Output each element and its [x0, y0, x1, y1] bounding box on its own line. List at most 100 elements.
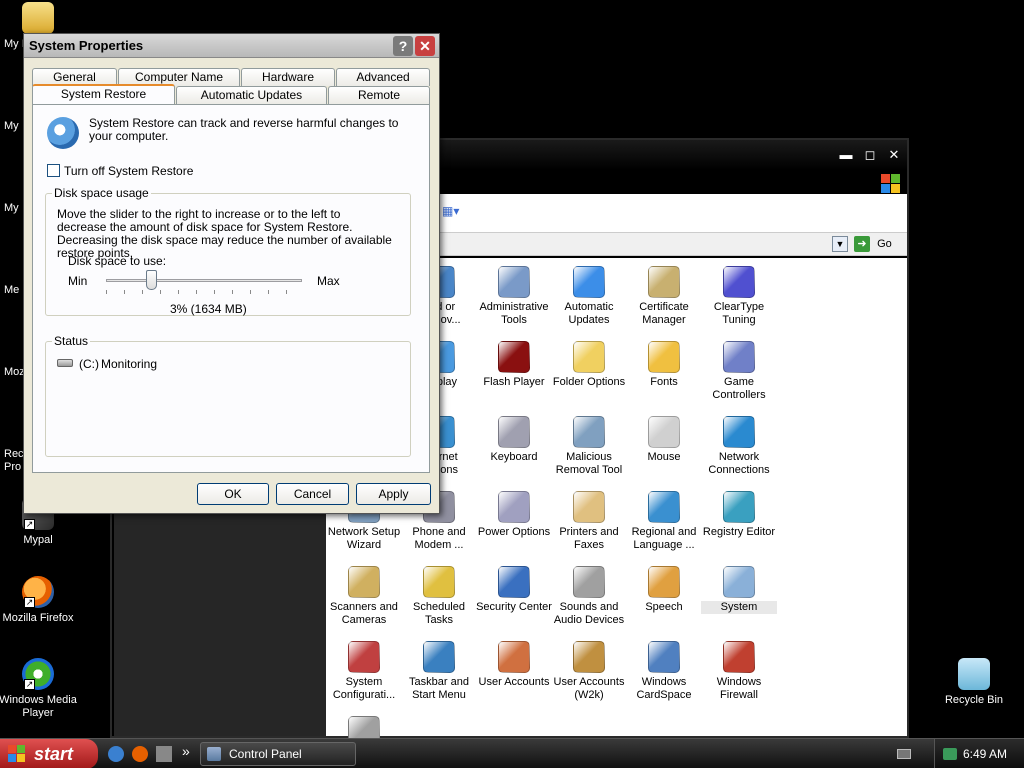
start-button[interactable]: start: [0, 739, 98, 768]
cp-item-label: System Configurati...: [332, 676, 396, 701]
desktop-icon-firefox[interactable]: ↗ Mozilla Firefox: [0, 576, 78, 625]
cp-item-scanners[interactable]: Scanners and Cameras: [326, 566, 402, 627]
keyboard-tray-icon[interactable]: [897, 749, 911, 759]
clock[interactable]: 6:49 AM: [963, 739, 1007, 768]
cp-item-label: Scanners and Cameras: [330, 601, 398, 626]
tab-system-restore[interactable]: System Restore: [32, 84, 175, 104]
system-properties-dialog: System Properties ? ✕ General Computer N…: [23, 33, 440, 514]
cp-item-fonts-folder[interactable]: Fonts: [626, 341, 702, 389]
minimize-button[interactable]: ▬: [836, 146, 856, 164]
network-connections-icon: [723, 416, 755, 448]
apply-button[interactable]: Apply: [356, 483, 431, 505]
ok-button[interactable]: OK: [197, 483, 269, 505]
network-tray-icon[interactable]: [943, 748, 957, 760]
cp-item-label: Automatic Updates: [564, 301, 614, 326]
status-text: Monitoring: [101, 357, 158, 371]
disk-space-label: Disk space to use:: [68, 254, 167, 268]
cp-item-regional[interactable]: Regional and Language ...: [626, 491, 702, 552]
cp-item-game-controller[interactable]: Game Controllers: [701, 341, 777, 402]
taskbar-button-control-panel[interactable]: Control Panel: [200, 742, 356, 766]
intro-text: System Restore can track and reverse har…: [89, 116, 399, 143]
tab-automatic-updates[interactable]: Automatic Updates: [176, 86, 327, 104]
status-drive: (C:): [79, 357, 99, 371]
cp-item-flash[interactable]: Flash Player: [476, 341, 552, 389]
cp-item-firewall[interactable]: Windows Firewall: [701, 641, 777, 702]
cp-item-admin-tools[interactable]: Administrative Tools: [476, 266, 552, 327]
flash-icon: [498, 341, 530, 373]
cp-item-mouse[interactable]: Mouse: [626, 416, 702, 464]
cp-item-registry[interactable]: Registry Editor: [701, 491, 777, 539]
desktop-icon-media-player[interactable]: ↗ Windows Media Player: [0, 658, 78, 720]
quicklaunch-media-icon[interactable]: [156, 746, 172, 762]
turn-off-label[interactable]: Turn off System Restore: [64, 164, 193, 178]
cp-item-scheduled-tasks[interactable]: Scheduled Tasks: [401, 566, 477, 627]
disk-description: Move the slider to the right to increase…: [57, 207, 392, 260]
tab-remote[interactable]: Remote: [328, 86, 430, 104]
start-label: start: [34, 744, 74, 764]
cancel-button[interactable]: Cancel: [276, 483, 349, 505]
cp-item-printers[interactable]: Printers and Faxes: [551, 491, 627, 552]
cp-item-user-accounts[interactable]: User Accounts: [476, 641, 552, 689]
admin-tools-icon: [498, 266, 530, 298]
cp-item-malicious-removal[interactable]: Malicious Removal Tool: [551, 416, 627, 477]
malicious-removal-icon: [573, 416, 605, 448]
cp-item-keyboard[interactable]: Keyboard: [476, 416, 552, 464]
cp-item-folder-options[interactable]: Folder Options: [551, 341, 627, 389]
cp-item-label: User Accounts: [478, 676, 550, 688]
desktop-icon-recycle-bin[interactable]: Recycle Bin: [934, 658, 1014, 707]
quicklaunch-overflow[interactable]: »: [182, 743, 190, 759]
quicklaunch-ie-icon[interactable]: [108, 746, 124, 762]
cp-item-label: ClearType Tuning: [713, 301, 765, 326]
tab-advanced[interactable]: Advanced: [336, 68, 430, 86]
cp-item-automatic-updates[interactable]: Automatic Updates: [551, 266, 627, 327]
cp-item-system[interactable]: System: [701, 566, 777, 614]
go-button[interactable]: ➜ Go: [854, 236, 904, 252]
firefox-icon: ↗: [22, 576, 54, 608]
slider-ticks: [106, 290, 302, 294]
cp-item-label: Scheduled Tasks: [413, 601, 465, 626]
cp-item-cardspace[interactable]: Windows CardSpace: [626, 641, 702, 702]
recycle-bin-icon: [958, 658, 990, 690]
tab-hardware[interactable]: Hardware: [241, 68, 335, 86]
cp-item-power-options[interactable]: Power Options: [476, 491, 552, 539]
dialog-close-button[interactable]: ✕: [415, 36, 435, 56]
slider-thumb[interactable]: [146, 270, 157, 290]
disk-space-slider[interactable]: [106, 270, 302, 298]
help-button[interactable]: ?: [393, 36, 413, 56]
cp-item-certificate[interactable]: Certificate Manager: [626, 266, 702, 327]
cp-item-cleartype[interactable]: ClearType Tuning: [701, 266, 777, 327]
cp-item-label: Windows CardSpace: [636, 676, 692, 701]
desktop-icon-label: Mozilla Firefox: [2, 612, 74, 624]
cp-item-sounds[interactable]: Sounds and Audio Devices: [551, 566, 627, 627]
cp-item-taskbar[interactable]: Taskbar and Start Menu: [401, 641, 477, 702]
cp-item-label: Security Center: [476, 601, 552, 613]
media-player-icon: ↗: [22, 658, 54, 690]
cp-item-label: Sounds and Audio Devices: [553, 601, 625, 626]
dialog-titlebar[interactable]: System Properties ? ✕: [24, 34, 439, 58]
go-arrow-icon: ➜: [854, 236, 870, 252]
cp-item-system-config[interactable]: System Configurati...: [326, 641, 402, 702]
desktop-icon-label: Recycle Bin: [944, 694, 1004, 706]
views-button[interactable]: ▦▾: [442, 204, 470, 222]
cp-item-label: Folder Options: [552, 376, 626, 388]
power-options-icon: [498, 491, 530, 523]
maximize-button[interactable]: ◻: [860, 146, 880, 164]
cp-item-network-connections[interactable]: Network Connections: [701, 416, 777, 477]
sounds-icon: [573, 566, 605, 598]
slider-value-text: 3% (1634 MB): [170, 302, 247, 316]
cp-item-security-center[interactable]: Security Center: [476, 566, 552, 614]
cp-item-speech[interactable]: Speech: [626, 566, 702, 614]
disk-space-group-title: Disk space usage: [52, 186, 151, 200]
cp-item-label: Mouse: [647, 451, 681, 463]
user-accounts-icon: [498, 641, 530, 673]
status-group: Status (C:) Monitoring: [45, 334, 411, 457]
turn-off-checkbox[interactable]: [47, 164, 60, 177]
speech-icon: [648, 566, 680, 598]
cp-item-user-accounts-w2k[interactable]: User Accounts (W2k): [551, 641, 627, 702]
go-label: Go: [877, 238, 892, 250]
slider-track: [106, 279, 302, 282]
game-controller-icon: [723, 341, 755, 373]
address-dropdown-button[interactable]: ▼: [832, 236, 848, 252]
close-button[interactable]: ✕: [884, 146, 904, 164]
quicklaunch-firefox-icon[interactable]: [132, 746, 148, 762]
